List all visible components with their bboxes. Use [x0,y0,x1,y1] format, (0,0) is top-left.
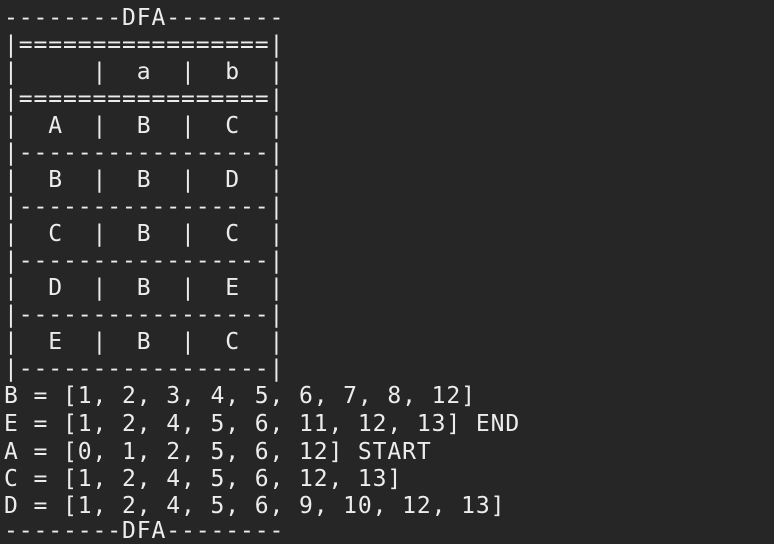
dfa-header-line: --------DFA-------- [4,5,285,31]
state-set-line: A = [0, 1, 2, 5, 6, 12] START [4,439,432,465]
table-row-divider: |-----------------| [4,140,285,166]
state-set-line: B = [1, 2, 3, 4, 5, 6, 7, 8, 12] [4,383,476,409]
table-row-divider: |-----------------| [4,302,285,328]
state-set-line: D = [1, 2, 4, 5, 6, 9, 10, 12, 13] [4,493,506,519]
terminal-output: --------DFA-------- |=================| … [0,0,774,544]
table-row: | A | B | C | [4,113,285,139]
dfa-footer-line: --------DFA-------- [4,518,285,544]
table-bottom-border: |-----------------| [4,356,285,382]
table-top-border: |=================| [4,32,285,58]
table-row-divider: |-----------------| [4,194,285,220]
table-row: | E | B | C | [4,329,285,355]
state-set-line: C = [1, 2, 4, 5, 6, 12, 13] [4,466,403,492]
table-row: | D | B | E | [4,275,285,301]
table-header-border: |=================| [4,86,285,112]
table-header-row: | | a | b | [4,59,285,85]
table-row: | C | B | C | [4,221,285,247]
table-row-divider: |-----------------| [4,248,285,274]
table-row: | B | B | D | [4,167,285,193]
state-set-line: E = [1, 2, 4, 5, 6, 11, 12, 13] END [4,411,521,437]
